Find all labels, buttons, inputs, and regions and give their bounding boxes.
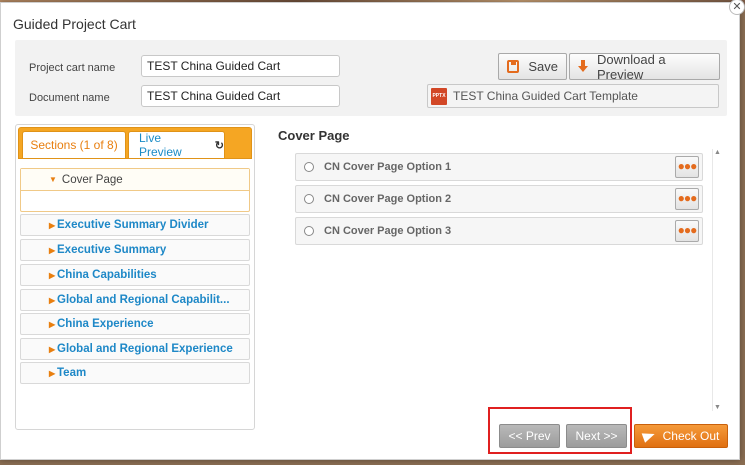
cart-name-label: Project cart name <box>29 62 116 74</box>
more-options-icon[interactable]: ●●● <box>675 188 699 210</box>
close-icon[interactable]: ✕ <box>729 0 745 15</box>
section-item-global-regional-experience[interactable]: ▶ Global and Regional Experience <box>20 338 250 360</box>
document-name-input[interactable] <box>141 85 340 107</box>
template-name: TEST China Guided Cart Template <box>453 89 638 103</box>
more-options-icon[interactable]: ●●● <box>675 220 699 242</box>
section-label: China Experience <box>57 318 154 330</box>
paper-plane-icon <box>641 429 656 443</box>
section-label: Executive Summary <box>57 244 167 256</box>
option-row[interactable]: CN Cover Page Option 2 ●●● <box>295 185 703 213</box>
option-radio[interactable] <box>304 226 314 236</box>
option-row[interactable]: CN Cover Page Option 1 ●●● <box>295 153 703 181</box>
options-scrollbar[interactable]: ▲ ▼ <box>712 149 722 411</box>
section-item-global-regional-capabilities[interactable]: ▶ Global and Regional Capabilit... <box>20 289 250 311</box>
more-options-icon[interactable]: ●●● <box>675 156 699 178</box>
option-label: CN Cover Page Option 3 <box>324 225 452 237</box>
option-row[interactable]: CN Cover Page Option 3 ●●● <box>295 217 703 245</box>
tab-live-preview-label: Live Preview <box>139 131 182 159</box>
section-item-executive-summary[interactable]: ▶ Executive Summary <box>20 239 250 261</box>
option-label: CN Cover Page Option 2 <box>324 193 452 205</box>
checkout-button[interactable]: Check Out <box>634 424 728 448</box>
caret-right-icon: ▶ <box>49 270 56 280</box>
section-label: Cover Page <box>61 173 123 186</box>
section-header-cover-page[interactable]: ▼ Cover Page <box>21 169 249 191</box>
prev-button[interactable]: << Prev <box>499 424 560 448</box>
caret-right-icon: ▶ <box>49 220 56 230</box>
caret-right-icon: ▶ <box>49 245 56 255</box>
next-button[interactable]: Next >> <box>566 424 627 448</box>
section-item-cover-page[interactable]: ▼ Cover Page <box>20 168 250 212</box>
dialog-title: Guided Project Cart <box>13 16 136 32</box>
caret-down-icon: ▼ <box>49 175 57 184</box>
save-icon <box>507 60 520 73</box>
caret-right-icon: ▶ <box>49 295 56 305</box>
section-label: Team <box>57 367 87 379</box>
tabs-bar: Sections (1 of 8) Live Preview ↻ <box>18 127 252 159</box>
document-name-label: Document name <box>29 92 110 104</box>
cart-name-input[interactable] <box>141 55 340 77</box>
tab-sections[interactable]: Sections (1 of 8) <box>22 131 126 158</box>
checkout-button-label: Check Out <box>662 429 720 443</box>
caret-right-icon: ▶ <box>49 344 56 354</box>
guided-project-cart-dialog: Guided Project Cart ✕ Project cart name … <box>0 0 745 460</box>
caret-right-icon: ▶ <box>49 368 56 378</box>
download-button-label: Download a Preview <box>597 51 666 82</box>
caret-right-icon: ▶ <box>49 319 56 329</box>
tab-live-preview[interactable]: Live Preview ↻ <box>128 131 225 159</box>
pptx-file-icon: PPTX <box>431 87 447 105</box>
section-item-executive-summary-divider[interactable]: ▶ Executive Summary Divider <box>20 214 250 236</box>
download-preview-button[interactable]: Download a Preview <box>569 51 720 82</box>
refresh-icon[interactable]: ↻ <box>215 139 224 152</box>
section-label: Executive Summary Divider <box>57 219 209 231</box>
scroll-down-icon[interactable]: ▼ <box>714 404 721 411</box>
save-button[interactable]: Save <box>498 53 567 80</box>
option-radio[interactable] <box>304 194 314 204</box>
cover-page-options-list: CN Cover Page Option 1 ●●● CN Cover Page… <box>295 149 725 411</box>
save-button-label: Save <box>528 59 558 74</box>
option-radio[interactable] <box>304 162 314 172</box>
section-item-team[interactable]: ▶ Team <box>20 362 250 384</box>
content-title: Cover Page <box>278 128 350 143</box>
section-label: China Capabilities <box>57 269 157 281</box>
section-label: Global and Regional Experience <box>57 343 233 355</box>
section-label: Global and Regional Capabilit... <box>57 294 230 306</box>
sections-panel: Sections (1 of 8) Live Preview ↻ ▼ Cover… <box>15 124 255 430</box>
section-item-china-capabilities[interactable]: ▶ China Capabilities <box>20 264 250 286</box>
option-label: CN Cover Page Option 1 <box>324 161 452 173</box>
section-item-china-experience[interactable]: ▶ China Experience <box>20 313 250 335</box>
template-selector[interactable]: PPTX TEST China Guided Cart Template <box>427 84 719 108</box>
scroll-up-icon[interactable]: ▲ <box>714 149 721 156</box>
download-icon <box>578 59 588 72</box>
